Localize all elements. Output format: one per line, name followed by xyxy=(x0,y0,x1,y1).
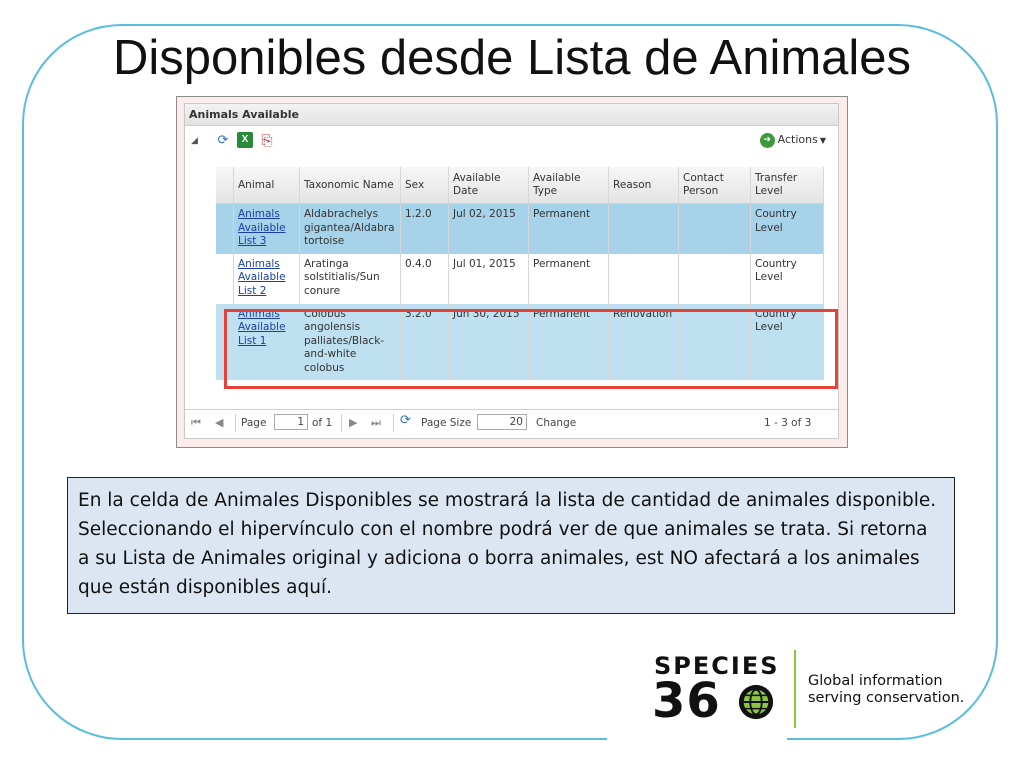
collapse-toggle-icon[interactable]: ◢ xyxy=(191,135,198,146)
page-size-input[interactable]: 20 xyxy=(477,414,527,430)
sex-cell: 3.2.0 xyxy=(400,303,449,380)
page-number-input[interactable]: 1 xyxy=(274,414,308,430)
pager-divider xyxy=(393,414,394,432)
taxonomic-name-cell: Aratinga solstitialis/Sun conure xyxy=(299,253,401,304)
animal-cell: Animals Available List 2 xyxy=(233,253,300,304)
refresh-icon[interactable]: ⟳ xyxy=(400,414,411,428)
table-row[interactable]: Animals Available List 1 Colobus angolen… xyxy=(216,303,824,380)
contact-person-cell xyxy=(678,253,751,304)
frame-gap xyxy=(607,737,787,745)
previous-page-icon[interactable]: ◀ xyxy=(215,416,223,430)
page-count-label: of 1 xyxy=(312,417,333,429)
reason-cell xyxy=(608,253,679,304)
reason-cell xyxy=(608,203,679,254)
transfer-level-cell: Country Level xyxy=(750,203,824,254)
animal-link[interactable]: Animals Available List 1 xyxy=(238,308,286,347)
column-header-contact-person[interactable]: Contact Person xyxy=(678,167,751,204)
sex-cell: 1.2.0 xyxy=(400,203,449,254)
table-header-row: Animal Taxonomic Name Sex Available Date… xyxy=(216,167,824,204)
animals-available-panel: Animals Available ◢ ⟳ X ⎘ ➜ Actions ▼ Anim… xyxy=(184,103,839,439)
logo-tagline: Global information serving conservation. xyxy=(808,673,964,707)
panel-title: Animals Available xyxy=(185,104,838,126)
page-size-label: Page Size xyxy=(421,417,472,429)
chevron-down-icon: ▼ xyxy=(819,136,826,145)
transfer-level-cell: Country Level xyxy=(750,253,824,304)
row-selector[interactable] xyxy=(216,253,234,304)
select-column-header xyxy=(216,167,234,204)
animals-available-table: Animal Taxonomic Name Sex Available Date… xyxy=(216,167,824,380)
column-header-animal[interactable]: Animal xyxy=(233,167,300,204)
actions-button[interactable]: ➜ Actions ▼ xyxy=(759,132,826,149)
first-page-icon[interactable]: ⏮ xyxy=(191,416,201,430)
pagination-bar: ⏮ ◀ Page 1 of 1 ▶ ⏭ ⟳ Page Size 20 Chang… xyxy=(185,409,838,436)
column-header-taxonomic-name[interactable]: Taxonomic Name xyxy=(299,167,401,204)
available-date-cell: Jul 01, 2015 xyxy=(448,253,529,304)
logo-number: 36 xyxy=(652,673,721,729)
actions-arrow-icon: ➜ xyxy=(759,132,775,148)
slide-title: Disponibles desde Lista de Animales xyxy=(112,31,912,85)
last-page-icon[interactable]: ⏭ xyxy=(371,416,381,430)
contact-person-cell xyxy=(678,203,751,254)
result-range-text: 1 - 3 of 3 xyxy=(764,417,812,429)
contact-person-cell xyxy=(678,303,751,380)
available-type-cell: Permanent xyxy=(528,303,609,380)
animal-cell: Animals Available List 3 xyxy=(233,203,300,254)
available-type-cell: Permanent xyxy=(528,203,609,254)
logo-tagline-line2: serving conservation. xyxy=(808,690,965,706)
refresh-icon[interactable]: ⟳ xyxy=(215,132,231,148)
table-row[interactable]: Animals Available List 2 Aratinga solsti… xyxy=(216,253,824,304)
row-selector[interactable] xyxy=(216,203,234,254)
actions-label: Actions xyxy=(777,133,818,146)
table-row[interactable]: Animals Available List 3 Aldabrachelys g… xyxy=(216,203,824,254)
page-label: Page xyxy=(241,417,267,429)
available-date-cell: Jun 30, 2015 xyxy=(448,303,529,380)
column-header-reason[interactable]: Reason xyxy=(608,167,679,204)
column-header-available-type[interactable]: Available Type xyxy=(528,167,609,204)
pager-divider xyxy=(341,414,342,432)
excel-export-icon[interactable]: X xyxy=(237,132,253,148)
taxonomic-name-cell: Aldabrachelys gigantea/Aldabra tortoise xyxy=(299,203,401,254)
globe-icon xyxy=(738,684,774,720)
grid-toolbar: ◢ ⟳ X ⎘ ➜ Actions ▼ xyxy=(185,127,838,155)
explanation-note: En la celda de Animales Disponibles se m… xyxy=(67,477,955,614)
column-header-transfer-level[interactable]: Transfer Level xyxy=(750,167,824,204)
change-button[interactable]: Change xyxy=(536,416,576,430)
pager-divider xyxy=(235,414,236,432)
row-selector[interactable] xyxy=(216,303,234,380)
animal-link[interactable]: Animals Available List 2 xyxy=(238,258,286,297)
transfer-level-cell: Country Level xyxy=(750,303,824,380)
logo-tagline-line1: Global information xyxy=(808,673,943,689)
sex-cell: 0.4.0 xyxy=(400,253,449,304)
pdf-export-icon[interactable]: ⎘ xyxy=(259,132,275,148)
available-date-cell: Jul 02, 2015 xyxy=(448,203,529,254)
animal-cell: Animals Available List 1 xyxy=(233,303,300,380)
screenshot-panel: Animals Available ◢ ⟳ X ⎘ ➜ Actions ▼ Anim… xyxy=(176,96,848,448)
available-type-cell: Permanent xyxy=(528,253,609,304)
taxonomic-name-cell: Colobus angolensis palliates/Black-and-w… xyxy=(299,303,401,380)
logo-divider xyxy=(794,650,796,728)
next-page-icon[interactable]: ▶ xyxy=(349,416,357,430)
reason-cell: Renovation xyxy=(608,303,679,380)
animal-link[interactable]: Animals Available List 3 xyxy=(238,208,286,247)
column-header-available-date[interactable]: Available Date xyxy=(448,167,529,204)
column-header-sex[interactable]: Sex xyxy=(400,167,449,204)
